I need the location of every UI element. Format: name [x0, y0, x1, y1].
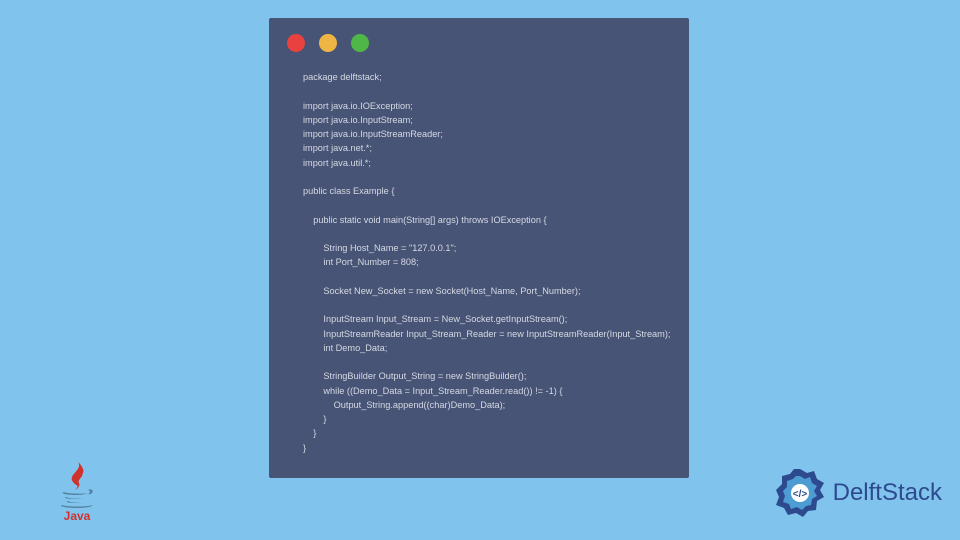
code-block: package delftstack; import java.io.IOExc… — [269, 60, 689, 455]
maximize-icon — [351, 34, 369, 52]
java-logo: Java — [54, 460, 100, 522]
delftstack-label: DelftStack — [833, 479, 942, 507]
code-window: package delftstack; import java.io.IOExc… — [269, 18, 689, 478]
delftstack-icon: </> — [773, 466, 827, 520]
traffic-lights — [269, 18, 689, 60]
delftstack-logo: </> DelftStack — [773, 466, 942, 520]
close-icon — [287, 34, 305, 52]
java-label: Java — [64, 509, 91, 522]
minimize-icon — [319, 34, 337, 52]
svg-text:</>: </> — [792, 489, 807, 500]
